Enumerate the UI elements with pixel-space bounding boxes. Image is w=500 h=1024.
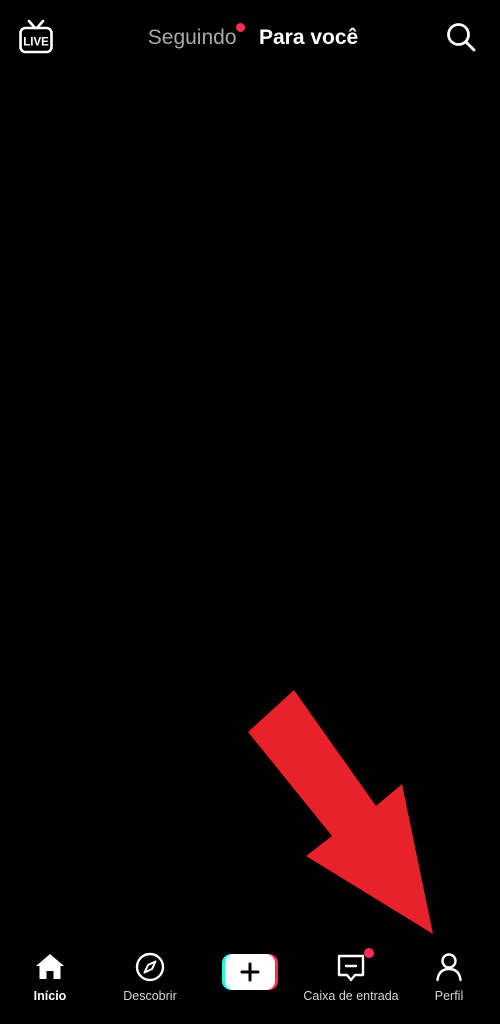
feed-tabs: Seguindo Para você [0,22,500,54]
tab-following[interactable]: Seguindo [147,22,245,54]
tab-for-you[interactable]: Para você [259,22,358,54]
inbox-icon [334,948,374,984]
video-feed[interactable] [0,76,500,936]
plus-icon [222,954,278,990]
nav-discover-label: Descobrir [123,989,177,1003]
person-icon [432,950,466,984]
nav-inbox-label: Caixa de entrada [303,989,399,1003]
bottom-nav: Início Descobrir Caixa de entrada Perfil [0,940,500,1024]
notification-dot [364,948,374,958]
compass-icon [133,950,167,984]
home-icon [33,950,67,984]
create-button[interactable] [222,954,278,990]
nav-profile-label: Perfil [434,989,464,1003]
nav-home-label: Início [33,989,67,1003]
tab-following-label: Seguindo [147,26,237,49]
nav-profile[interactable]: Perfil [420,950,478,1016]
nav-discover[interactable]: Descobrir [112,950,188,1016]
search-button[interactable] [444,20,478,54]
notification-dot [235,23,245,32]
nav-home[interactable]: Início [22,950,78,1016]
tab-for-you-label: Para você [258,26,359,49]
search-icon [447,23,476,52]
top-bar: LIVE Seguindo Para você [0,0,500,76]
nav-inbox[interactable]: Caixa de entrada [295,948,407,1016]
